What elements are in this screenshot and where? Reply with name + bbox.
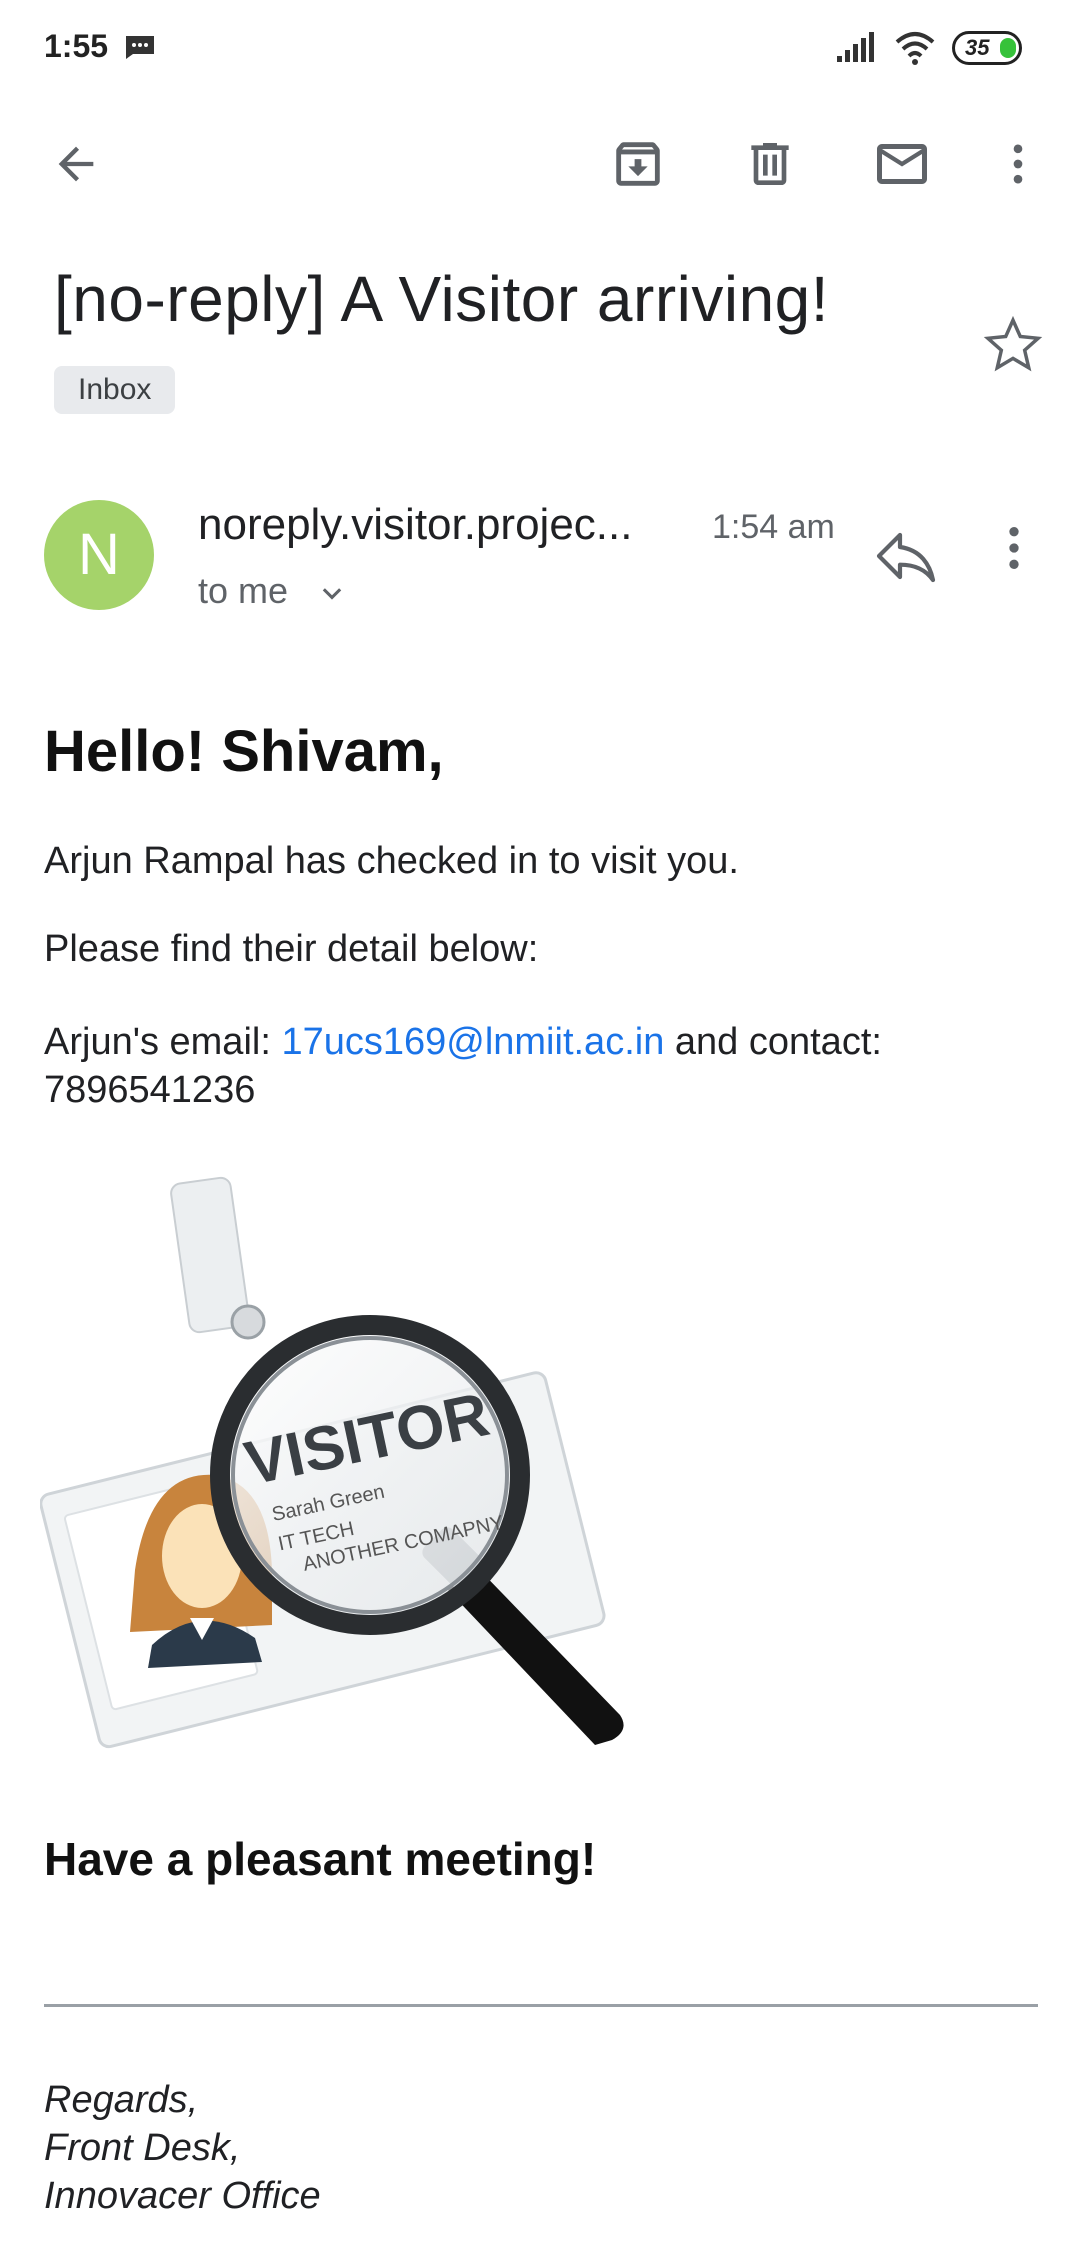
wifi-icon (895, 32, 935, 65)
divider (44, 2004, 1038, 2007)
archive-icon (616, 142, 660, 186)
toolbar-more-button[interactable] (982, 128, 1054, 200)
email-contact-paragraph: Arjun's email: 17ucs169@lnmiit.ac.in and… (44, 1018, 1004, 1114)
delete-button[interactable] (734, 128, 806, 200)
signal-icon (837, 32, 874, 62)
email-line-1: Arjun Rampal has checked in to visit you… (44, 840, 739, 882)
email-line-2: Please find their detail below: (44, 928, 539, 970)
chevron-down-icon[interactable] (318, 580, 346, 608)
more-vert-icon (1013, 144, 1023, 184)
back-arrow-icon (58, 146, 94, 182)
email-prefix: Arjun's email: (44, 1021, 282, 1063)
inbox-label-chip[interactable]: Inbox (54, 366, 176, 414)
signature: Regards, Front Desk, Innovacer Office (44, 2076, 321, 2220)
battery-level: 35 (965, 35, 990, 60)
battery-icon: 35 (952, 31, 1022, 65)
mark-unread-button[interactable] (866, 128, 938, 200)
mail-icon (877, 144, 927, 184)
reply-icon (876, 532, 936, 583)
closing-line: Have a pleasant meeting! (44, 1833, 597, 1885)
message-icon (126, 36, 154, 59)
email-time: 1:54 am (712, 508, 835, 546)
signature-line-3: Innovacer Office (44, 2175, 321, 2217)
more-vert-icon (1009, 527, 1019, 569)
back-button[interactable] (40, 128, 112, 200)
signature-line-2: Front Desk, (44, 2127, 241, 2169)
reply-button[interactable] (870, 520, 942, 592)
email-greeting: Hello! Shivam, (44, 719, 444, 784)
sender-avatar[interactable]: N (44, 500, 154, 610)
status-time: 1:55 (44, 28, 109, 64)
message-more-button[interactable] (986, 520, 1058, 592)
recipient-details[interactable]: to me (198, 570, 288, 612)
archive-button[interactable] (602, 128, 674, 200)
email-subject: [no-reply] A Visitor arriving! (54, 263, 830, 335)
signature-line-1: Regards, (44, 2079, 199, 2121)
star-button[interactable] (978, 310, 1048, 380)
visitor-badge-image: VISITOR Sarah Green IT TECH ANOTHER COMA… (40, 1176, 624, 1749)
sender-name[interactable]: noreply.visitor.projec... (198, 500, 632, 550)
star-icon (983, 315, 1043, 372)
email-address-link[interactable]: 17ucs169@lnmiit.ac.in (281, 1021, 664, 1063)
delete-icon (751, 143, 789, 185)
